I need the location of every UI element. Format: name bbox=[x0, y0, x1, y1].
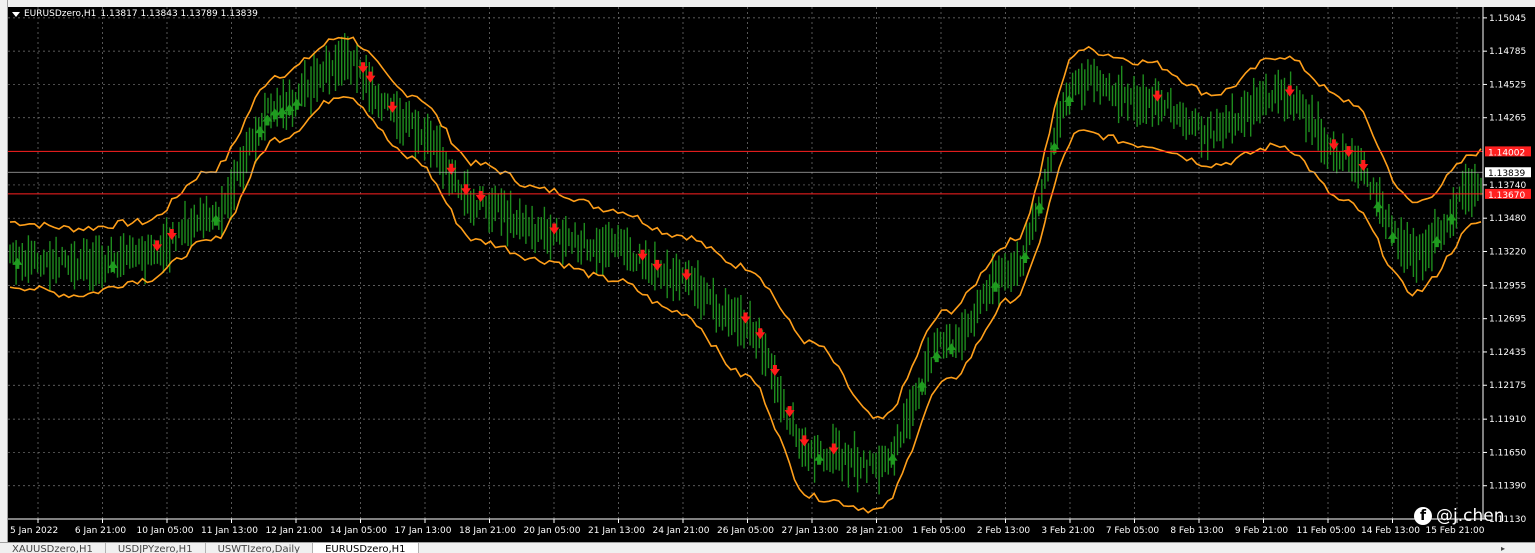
level-label-text: 1.13670 bbox=[1488, 191, 1525, 201]
price-tick-label: 1.13480 bbox=[1489, 214, 1526, 224]
candles bbox=[9, 33, 1482, 495]
time-tick-label: 26 Jan 05:00 bbox=[717, 526, 774, 536]
time-tick-label: 2 Feb 13:00 bbox=[977, 526, 1031, 536]
time-tick-label: 11 Jan 13:00 bbox=[201, 526, 258, 536]
time-tick-label: 1 Feb 05:00 bbox=[912, 526, 966, 536]
price-tick-label: 1.14525 bbox=[1489, 80, 1526, 90]
buy-arrow-icon bbox=[12, 257, 23, 269]
chart-area[interactable]: 1.14002 1.13670 1.13839 1.15045 1.14785 1.14… bbox=[8, 7, 1535, 542]
price-chart[interactable]: 1.14002 1.13670 1.13839 1.15045 1.14785 1.14… bbox=[8, 7, 1535, 542]
time-tick-label: 9 Feb 21:00 bbox=[1235, 526, 1289, 536]
time-tick-label: 15 Feb 21:00 bbox=[1425, 526, 1484, 536]
price-tick-label: 1.14265 bbox=[1489, 114, 1526, 124]
price-tick-label: 1.12175 bbox=[1489, 381, 1526, 391]
time-tick-label: 21 Jan 13:00 bbox=[588, 526, 645, 536]
tab-xauusd[interactable]: XAUUSDzero,H1 bbox=[0, 543, 106, 553]
buy-arrow-icon bbox=[1019, 251, 1030, 263]
time-tick-label: 3 Feb 21:00 bbox=[1041, 526, 1095, 536]
time-axis: 5 Jan 2022 6 Jan 21:00 10 Jan 05:00 11 Jan … bbox=[8, 518, 1485, 536]
window-left-border bbox=[0, 0, 8, 542]
level-label: 1.14002 bbox=[1485, 146, 1531, 158]
window-top-border bbox=[0, 0, 1535, 7]
price-axis: 1.15045 1.14785 1.14525 1.14265 1.13740 1.134… bbox=[1482, 7, 1526, 525]
sell-arrow-icon bbox=[1152, 90, 1163, 102]
watermark: f @j.chen bbox=[1414, 506, 1504, 526]
chart-ohlc: 1.13817 1.13843 1.13789 1.13839 bbox=[100, 9, 258, 19]
tab-usdjpy[interactable]: USDJPYzero,H1 bbox=[106, 543, 206, 553]
buy-arrow-icon bbox=[946, 343, 957, 355]
watermark-handle: @j.chen bbox=[1436, 506, 1505, 526]
price-tick-label: 1.11650 bbox=[1489, 448, 1526, 458]
price-tick-label: 1.12955 bbox=[1489, 281, 1526, 291]
time-tick-label: 7 Feb 05:00 bbox=[1106, 526, 1160, 536]
buy-arrow-icon bbox=[277, 107, 288, 119]
chart-title: EURUSDzero,H1 1.13817 1.13843 1.13789 1.… bbox=[12, 9, 258, 19]
buy-arrow-icon bbox=[107, 260, 118, 272]
tab-bar-fill bbox=[419, 543, 1535, 553]
tab-uswti[interactable]: USWTIzero,Daily bbox=[206, 543, 314, 553]
time-tick-label: 8 Feb 13:00 bbox=[1170, 526, 1224, 536]
price-tick-label: 1.11390 bbox=[1489, 482, 1526, 492]
horizontal-levels[interactable]: 1.14002 1.13670 1.13839 bbox=[8, 146, 1531, 201]
chart-menu-triangle-icon[interactable] bbox=[12, 11, 20, 17]
time-tick-label: 5 Jan 2022 bbox=[10, 526, 58, 536]
buy-arrow-icon bbox=[291, 98, 302, 110]
time-tick-label: 6 Jan 21:00 bbox=[75, 526, 127, 536]
sell-arrow-icon bbox=[740, 312, 751, 324]
signal-arrows bbox=[12, 62, 1457, 465]
grid bbox=[8, 7, 1483, 520]
level-label-text: 1.14002 bbox=[1488, 148, 1525, 158]
buy-arrow-icon bbox=[814, 453, 825, 465]
time-tick-label: 11 Feb 05:00 bbox=[1296, 526, 1355, 536]
buy-arrow-icon bbox=[255, 126, 266, 138]
time-tick-label: 14 Jan 05:00 bbox=[330, 526, 387, 536]
buy-arrow-icon bbox=[1446, 213, 1457, 225]
time-tick-label: 10 Jan 05:00 bbox=[137, 526, 194, 536]
price-tick-label: 1.13740 bbox=[1489, 181, 1526, 191]
buy-arrow-icon bbox=[1373, 201, 1384, 213]
lower-band-line bbox=[9, 95, 1482, 514]
time-tick-label: 18 Jan 21:00 bbox=[459, 526, 516, 536]
buy-arrow-icon bbox=[1431, 236, 1442, 248]
chart-symbol: EURUSDzero,H1 bbox=[24, 9, 97, 19]
price-tick-label: 1.12695 bbox=[1489, 315, 1526, 325]
price-tick-label: 1.15045 bbox=[1489, 14, 1526, 24]
time-tick-label: 28 Jan 21:00 bbox=[846, 526, 903, 536]
time-tick-label: 14 Feb 13:00 bbox=[1361, 526, 1420, 536]
tab-scroll-right-icon[interactable]: ▸ bbox=[1501, 544, 1505, 553]
buy-arrow-icon bbox=[887, 453, 898, 465]
price-tick-label: 1.13220 bbox=[1489, 247, 1526, 257]
chart-tabs: XAUUSDzero,H1 USDJPYzero,H1 USWTIzero,Da… bbox=[0, 542, 1535, 553]
time-tick-label: 27 Jan 13:00 bbox=[782, 526, 839, 536]
tab-eurusd[interactable]: EURUSDzero,H1 bbox=[313, 543, 419, 553]
facebook-icon: f bbox=[1414, 507, 1432, 525]
price-tick-label: 1.14785 bbox=[1489, 47, 1526, 57]
chart-window: 1.14002 1.13670 1.13839 1.15045 1.14785 1.14… bbox=[0, 0, 1535, 553]
time-tick-label: 24 Jan 21:00 bbox=[653, 526, 710, 536]
time-tick-label: 12 Jan 21:00 bbox=[266, 526, 323, 536]
buy-arrow-icon bbox=[931, 351, 942, 363]
price-tick-label: 1.11910 bbox=[1489, 415, 1526, 425]
price-tick-label: 1.12435 bbox=[1489, 348, 1526, 358]
sell-arrow-icon bbox=[387, 101, 398, 113]
time-tick-label: 20 Jan 05:00 bbox=[524, 526, 581, 536]
time-tick-label: 17 Jan 13:00 bbox=[395, 526, 452, 536]
current-price-text: 1.13839 bbox=[1488, 169, 1525, 179]
buy-arrow-icon bbox=[1387, 231, 1398, 243]
